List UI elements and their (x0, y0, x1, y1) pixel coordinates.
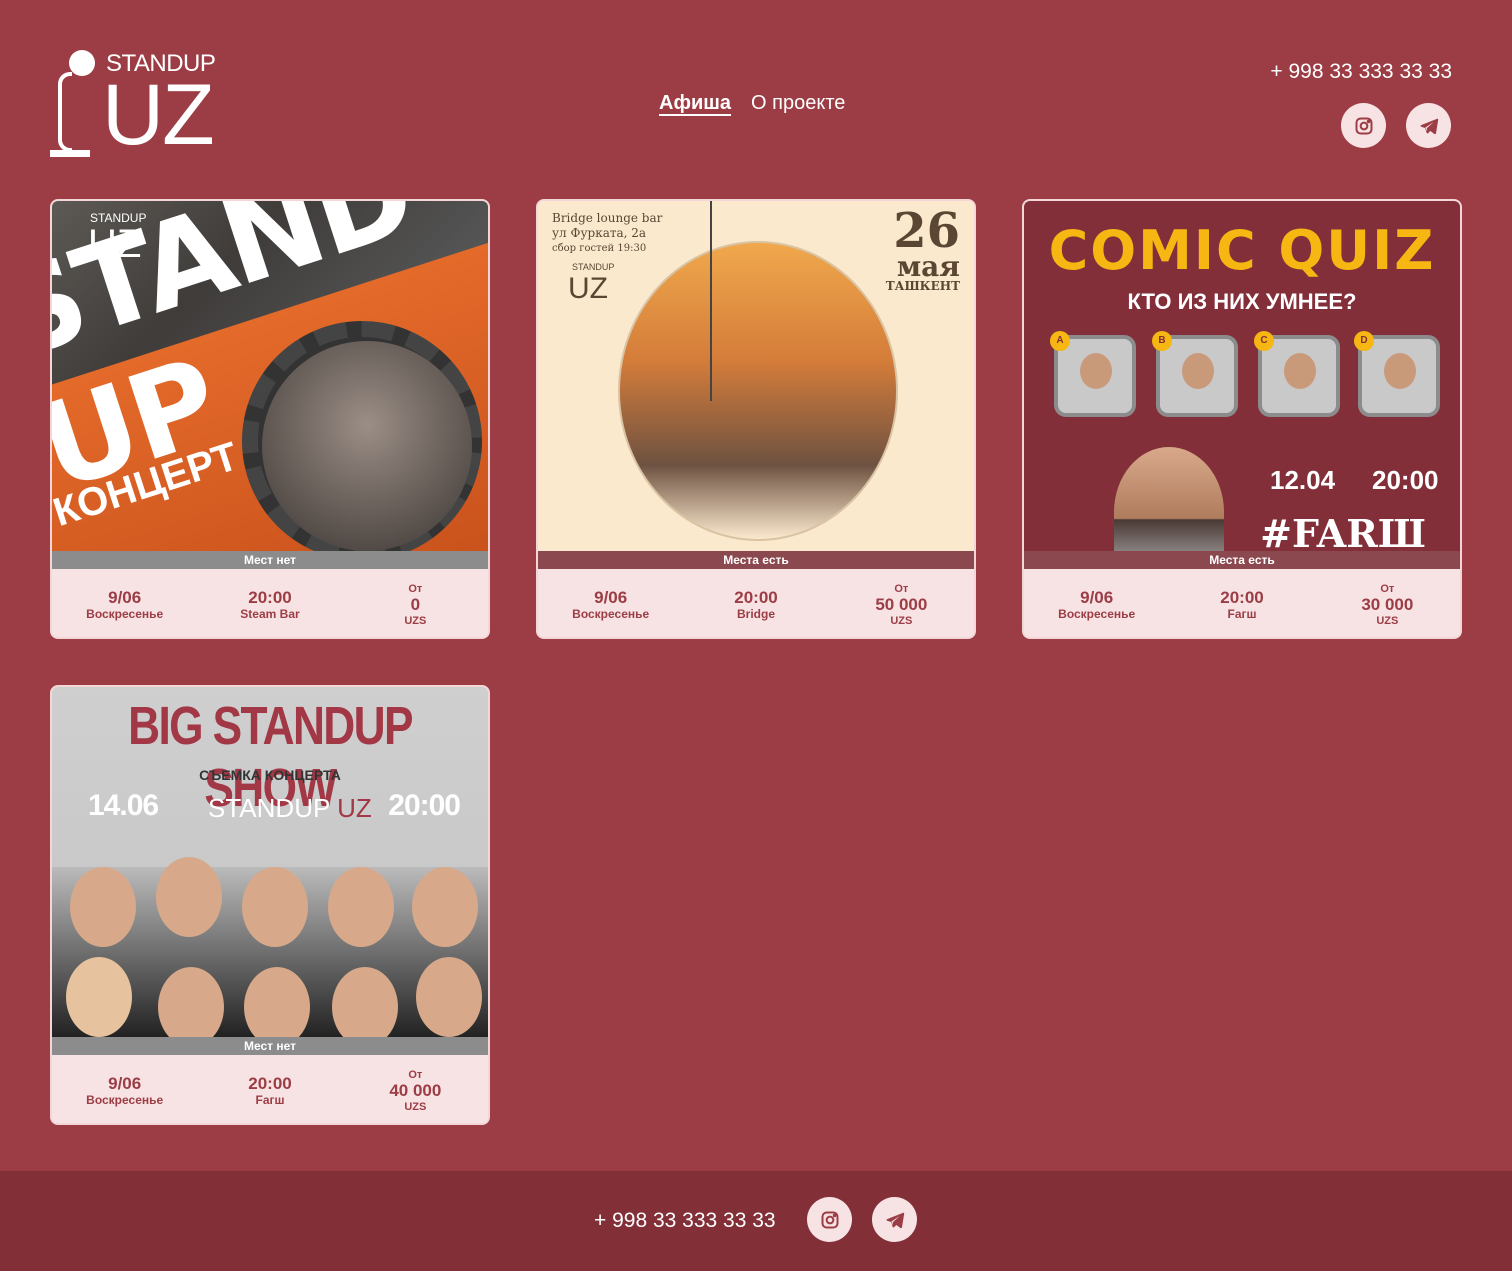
event-date: 9/06 (1080, 588, 1114, 607)
status-badge: Места есть (538, 551, 974, 569)
price-currency: UZS (1376, 615, 1399, 627)
poster-headline: COMIC QUIZ (1048, 219, 1436, 282)
poster-brand: #FARШ (1260, 511, 1426, 551)
event-poster: STANDUP UZ STAND UP КОНЦЕРТ (52, 201, 488, 551)
contestant-badge: D (1354, 331, 1374, 351)
footer-phone[interactable]: + 998 33 333 33 33 (594, 1209, 776, 1233)
price-currency: UZS (404, 615, 427, 627)
event-info: 9/06 Воскресенье 20:00 Fагш От 30 000 UZ… (1024, 569, 1460, 637)
event-venue: Fагш (255, 1093, 285, 1107)
price-currency: UZS (890, 615, 913, 627)
event-info: 9/06 Воскресенье 20:00 Bridge От 50 000 … (538, 569, 974, 637)
event-card[interactable]: COMIC QUIZ КТО ИЗ НИХ УМНЕЕ? A B C D 12.… (1022, 199, 1462, 639)
main-nav: Афиша О проекте (659, 92, 845, 115)
telegram-icon[interactable] (872, 1197, 917, 1242)
nav-item-afisha[interactable]: Афиша (659, 92, 731, 115)
event-weekday: Воскресенье (86, 1093, 164, 1107)
poster-date: 12.04 (1270, 465, 1336, 495)
poster-venue: Bridge lounge bar ул Фурката, 2а сбор го… (552, 211, 663, 305)
poster-photo (52, 857, 488, 1037)
poster-time: 20:00 (1372, 465, 1439, 495)
event-price: 0 (410, 595, 421, 614)
event-card[interactable]: Bridge lounge bar ул Фурката, 2а сбор го… (536, 199, 976, 639)
poster-photo (262, 341, 472, 551)
price-prefix: От (894, 583, 909, 595)
nav-item-about[interactable]: О проекте (751, 92, 845, 115)
site-logo[interactable]: STANDUP UZ (50, 48, 216, 160)
poster-subline: КТО ИЗ НИХ УМНЕЕ? (1127, 289, 1357, 314)
event-poster: COMIC QUIZ КТО ИЗ НИХ УМНЕЕ? A B C D 12.… (1024, 201, 1460, 551)
event-date: 9/06 (594, 588, 628, 607)
price-prefix: От (408, 1069, 423, 1081)
price-prefix: От (1380, 583, 1395, 595)
event-price: 50 000 (875, 595, 928, 614)
event-venue: Bridge (736, 607, 775, 621)
event-time: 20:00 (1220, 588, 1264, 607)
event-weekday: Воскресенье (572, 607, 650, 621)
event-info: 9/06 Воскресенье 20:00 Fагш От 40 000 UZ… (52, 1055, 488, 1123)
event-poster: BIG STANDUP SHOW СЪЕМКА КОНЦЕРТА 14.06 S… (52, 687, 488, 1037)
event-card[interactable]: BIG STANDUP SHOW СЪЕМКА КОНЦЕРТА 14.06 S… (50, 685, 490, 1125)
poster-logo: STANDUP UZ (208, 793, 372, 823)
price-prefix: От (408, 583, 423, 595)
event-poster: Bridge lounge bar ул Фурката, 2а сбор го… (538, 201, 974, 551)
instagram-icon[interactable] (1341, 103, 1386, 148)
event-date: 9/06 (108, 588, 142, 607)
status-badge: Мест нет (52, 1037, 488, 1055)
contestant-badge: A (1050, 331, 1070, 351)
contestant-badge: C (1254, 331, 1274, 351)
header-phone[interactable]: + 998 33 333 33 33 (1270, 60, 1452, 84)
event-date: 9/06 (108, 1074, 142, 1093)
host-photo (1114, 447, 1224, 551)
event-card[interactable]: STANDUP UZ STAND UP КОНЦЕРТ Мест нет 9/0… (50, 199, 490, 639)
event-time: 20:00 (734, 588, 778, 607)
logo-text-bottom: UZ (102, 67, 215, 163)
poster-time: 20:00 (388, 789, 461, 822)
price-currency: UZS (404, 1101, 427, 1113)
footer: + 998 33 333 33 33 (0, 1171, 1512, 1271)
poster-date: 14.06 (88, 789, 159, 822)
event-price: 40 000 (389, 1081, 442, 1100)
poster-subline: СЪЕМКА КОНЦЕРТА (199, 767, 341, 783)
telegram-icon[interactable] (1406, 103, 1451, 148)
instagram-icon[interactable] (807, 1197, 852, 1242)
status-badge: Мест нет (52, 551, 488, 569)
event-venue: Fагш (1227, 607, 1257, 621)
event-venue: Steam Bar (240, 607, 300, 621)
event-time: 20:00 (248, 1074, 292, 1093)
event-info: 9/06 Воскресенье 20:00 Steam Bar От 0 UZ… (52, 569, 488, 637)
contestant-badge: B (1152, 331, 1172, 351)
microphone-icon (69, 50, 95, 76)
status-badge: Места есть (1024, 551, 1460, 569)
event-price: 30 000 (1361, 595, 1414, 614)
event-time: 20:00 (248, 588, 292, 607)
event-weekday: Воскресенье (1058, 607, 1136, 621)
poster-date: 26 мая ТАШКЕНТ (885, 203, 960, 293)
event-weekday: Воскресенье (86, 607, 164, 621)
